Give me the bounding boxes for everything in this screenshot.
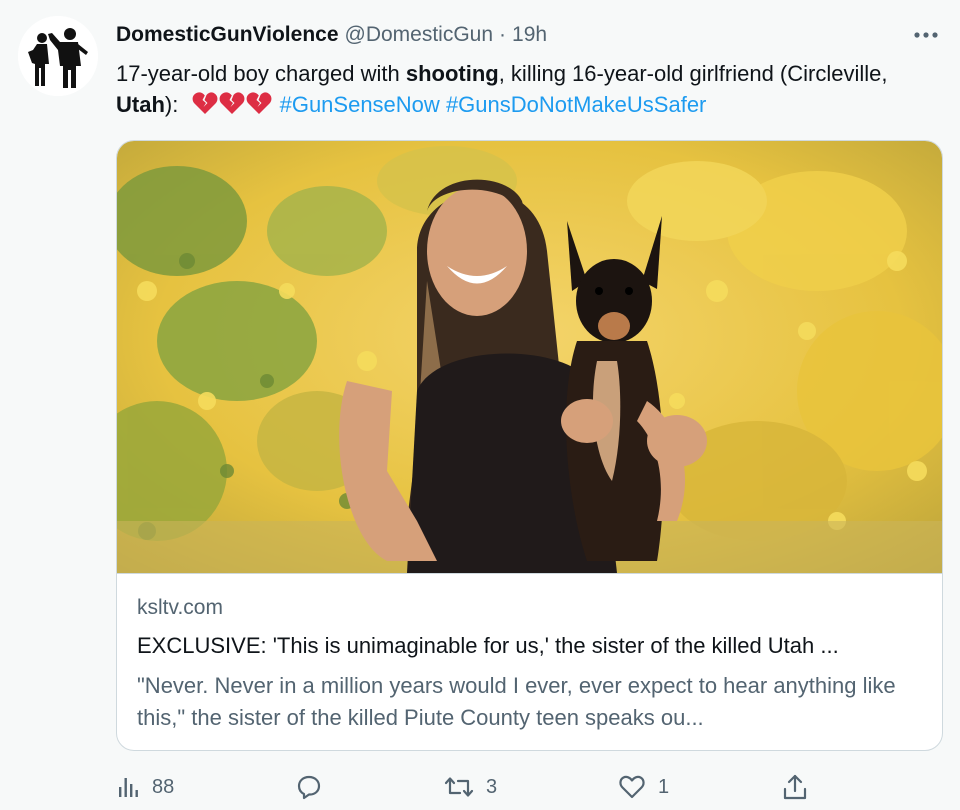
header-separator: · <box>499 23 507 46</box>
share-icon <box>783 774 807 800</box>
card-photo[interactable] <box>117 141 942 574</box>
tweet-text-part: 17-year-old boy charged with <box>116 61 406 86</box>
share-button[interactable] <box>782 770 808 804</box>
reply-button[interactable] <box>296 770 334 804</box>
more-dots-icon <box>914 32 938 38</box>
broken-heart-icon <box>246 91 272 123</box>
more-options-button[interactable] <box>910 20 942 50</box>
author-handle[interactable]: @DomesticGun <box>345 23 494 47</box>
tweet-actions: 88 3 1 <box>116 770 816 804</box>
broken-heart-icon <box>219 91 245 123</box>
views-button[interactable]: 88 <box>116 770 174 804</box>
tweet-text-part: , killing 16-year-old girlfriend (Circle… <box>498 61 888 86</box>
card-description: "Never. Never in a million years would I… <box>137 673 896 730</box>
retweet-count: 3 <box>486 775 498 798</box>
silhouette-logo-icon <box>18 16 98 96</box>
tweet-text: 17-year-old boy charged with shooting, k… <box>116 58 936 123</box>
analytics-icon <box>119 778 138 797</box>
heart-outline-icon <box>619 775 645 799</box>
photo-woman-with-dog <box>117 141 942 573</box>
tweet-header: DomesticGunViolence @DomesticGun · 19h <box>116 20 547 50</box>
link-preview-card[interactable]: ksltv.com EXCLUSIVE: 'This is unimaginab… <box>116 140 943 751</box>
tweet-text-bold: shooting <box>405 61 499 86</box>
like-count: 1 <box>658 775 670 798</box>
card-title: EXCLUSIVE: 'This is unimaginable for us,… <box>137 633 839 658</box>
views-count: 88 <box>152 775 175 798</box>
author-display-name[interactable]: DomesticGunViolence <box>116 23 339 47</box>
retweet-icon <box>444 777 474 797</box>
broken-heart-icon <box>192 91 218 123</box>
tweet[interactable]: DomesticGunViolence @DomesticGun · 19h 1… <box>0 0 960 810</box>
like-button[interactable]: 1 <box>618 770 669 804</box>
hashtag-link[interactable]: #GunSenseNow <box>280 92 440 117</box>
retweet-button[interactable]: 3 <box>444 770 497 804</box>
author-avatar[interactable] <box>18 16 98 96</box>
card-domain: ksltv.com <box>137 596 223 619</box>
reply-icon <box>297 775 321 800</box>
tweet-text-part: ): <box>164 92 179 117</box>
hashtag-link[interactable]: #GunsDoNotMakeUsSafer <box>446 92 706 117</box>
tweet-text-bold: Utah <box>116 92 165 117</box>
tweet-timestamp[interactable]: 19h <box>512 23 547 47</box>
